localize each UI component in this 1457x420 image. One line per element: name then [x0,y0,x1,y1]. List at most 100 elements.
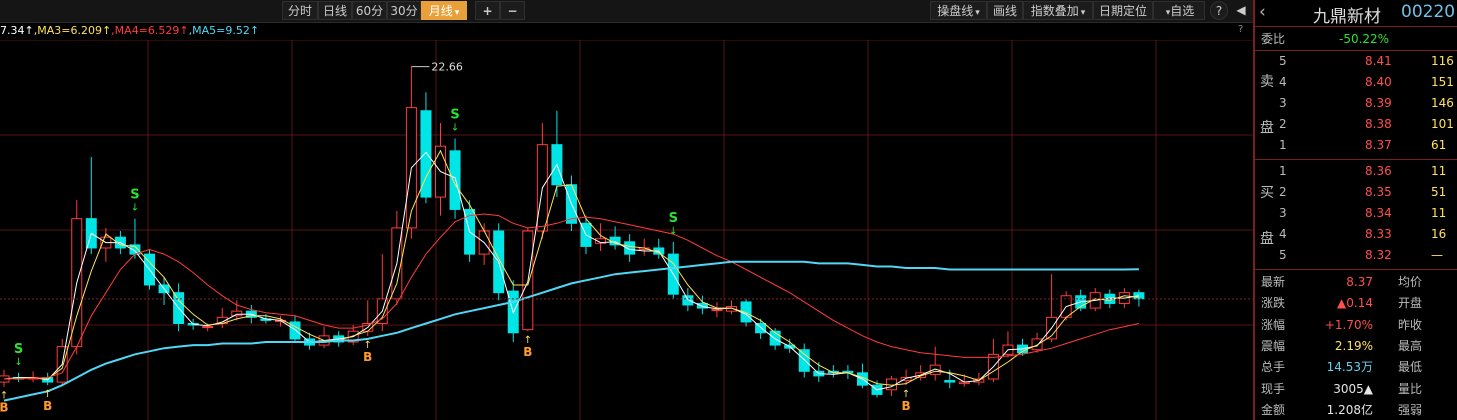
candle-down [449,150,461,210]
buy-signal-label: B [43,399,52,413]
draw-line-button[interactable]: 画线 [987,1,1023,20]
quote-label-secondary: 量比 [1398,381,1423,396]
quote-value: 2.19% [1334,338,1373,353]
dropdown-caret-icon: ▾ [454,8,460,18]
candle-down [682,295,694,306]
candle-down [798,349,810,372]
candle-up [202,326,214,329]
sell-signal-arrow-icon: ↓ [131,203,139,214]
ask-level: 5 [1279,54,1287,68]
quote-label: 涨幅 [1261,317,1286,332]
bid-row: 1 8.36 11 [1255,162,1457,181]
ma5-line [3,260,1139,402]
quote-label-secondary: 强弱 [1398,402,1423,417]
ask-volume: 116 [1431,54,1454,68]
zoom-in-button[interactable]: + [475,1,500,20]
divider [1255,159,1457,160]
quote-value: +1.70% [1324,317,1373,332]
candle-down [944,380,956,383]
chart-toolbar: 分时 日线 60分 30分 月线 ▾ + − 操盘线 ▾ 画线 指数叠加 ▾ 日期定位… [0,0,1253,23]
divider [1255,269,1457,270]
quote-value: ▲0.14 [1337,296,1373,311]
ask-level: 1 [1279,138,1287,152]
ask-level: 4 [1279,75,1287,89]
ask-level: 3 [1279,96,1287,110]
bid-price: 8.33 [1365,227,1392,241]
back-arrow-icon[interactable]: ‹ [1259,2,1266,22]
max-price-label: 22.66 [431,61,463,74]
sell-signal-label: S [14,342,23,357]
bid-volume: 51 [1431,185,1447,199]
quote-label: 震幅 [1261,338,1286,353]
buy-label-bottom: 盘 [1260,231,1274,247]
ask-row: 4 8.40 151 [1255,73,1457,92]
quote-row: 涨跌 ▲0.14 开盘 [1255,294,1457,313]
quote-row: 最新 8.37 均价 [1255,273,1457,292]
quote-label: 总手 [1261,360,1286,375]
stock-name: 九鼎新材 [1313,7,1381,27]
operation-line-label: 操盘线 [937,4,974,18]
quote-row: 金额 1.208亿 强弱 [1255,401,1457,420]
quote-label-secondary: 最高 [1398,338,1423,353]
stock-code: 002201 [1401,2,1457,22]
chart-help-icon[interactable]: ? [1238,24,1243,35]
buy-signal-label: B [363,350,372,364]
candle-up [1031,338,1043,351]
bid-row: 5 8.32 — [1255,246,1457,265]
period-monthly-tab[interactable]: 月线 ▾ [421,1,467,20]
bid-price: 8.35 [1365,185,1392,199]
bid-volume: — [1431,248,1443,262]
period-daily-tab[interactable]: 日线 [318,1,352,20]
ask-row: 5 8.41 116 [1255,52,1457,71]
buy-signal-label: B [523,345,532,359]
period-minute-tab[interactable]: 分时 [282,1,318,20]
sell-signal-label: S [450,108,459,123]
candle-up [711,309,723,312]
index-overlay-button[interactable]: 指数叠加 ▾ [1023,1,1093,20]
sell-signal-arrow-icon: ↓ [669,226,677,237]
quote-value: 14.53万 [1326,360,1373,375]
ask-level: 2 [1279,117,1287,131]
dropdown-caret-icon: ▾ [1080,8,1086,18]
bid-row: 4 8.33 16 [1255,225,1457,244]
quote-label-secondary: 开盘 [1398,296,1423,311]
quote-row: 总手 14.53万 最低 [1255,358,1457,377]
ask-volume: 151 [1431,75,1454,89]
ask-volume: 146 [1431,96,1454,110]
period-monthly-label: 月线 [428,4,453,18]
sell-signal-label: S [130,188,139,203]
period-60min-tab[interactable]: 60分 [352,1,387,20]
watchlist-button[interactable]: ▾自选 [1153,1,1205,20]
bid-level: 3 [1279,206,1287,220]
panel-header: ‹ 九鼎新材 002201 [1255,0,1457,27]
ask-price: 8.40 [1365,75,1392,89]
quote-row: 涨幅 +1.70% 昨收 [1255,316,1457,335]
sell-label-bottom: 盘 [1260,120,1274,136]
ma5-value: MA5=9.52↑ [192,24,260,37]
collapse-arrow-icon[interactable]: ◀ [1232,1,1250,20]
ask-row: 3 8.39 146 [1255,94,1457,113]
quote-panel: ‹ 九鼎新材 002201 委比-50.22%58.4111648.401513… [1253,0,1457,420]
ask-price: 8.38 [1365,117,1392,131]
operation-line-button[interactable]: 操盘线 ▾ [930,1,987,20]
date-locate-button[interactable]: 日期定位 [1093,1,1153,20]
help-icon[interactable]: ? [1210,1,1228,20]
sell-signal-arrow-icon: ↓ [14,357,22,368]
ask-price: 8.37 [1365,138,1392,152]
quote-label: 涨跌 [1261,296,1286,311]
bid-level: 2 [1279,185,1287,199]
index-overlay-label: 指数叠加 [1030,4,1079,18]
ask-row: 1 8.37 61 [1255,136,1457,155]
zoom-out-button[interactable]: − [500,1,525,20]
period-30min-tab[interactable]: 30分 [387,1,421,20]
sell-label-top: 卖 [1260,74,1274,90]
bid-level: 4 [1279,227,1287,241]
buy-signal-label: B [0,401,9,415]
candle-down [1133,292,1145,300]
quote-label: 最新 [1261,275,1286,289]
candlestick-chart: 22.66S↓S↓S↓S↓↑B↑B↑B↑B↑B [0,40,1253,420]
bid-volume: 11 [1431,164,1447,178]
ma-legend: 7.34↑,MA3=6.209↑,MA4=6.529↑,MA5=9.52↑ [0,24,260,37]
bid-row: 2 8.35 51 [1255,183,1457,202]
ask-price: 8.39 [1365,96,1392,110]
